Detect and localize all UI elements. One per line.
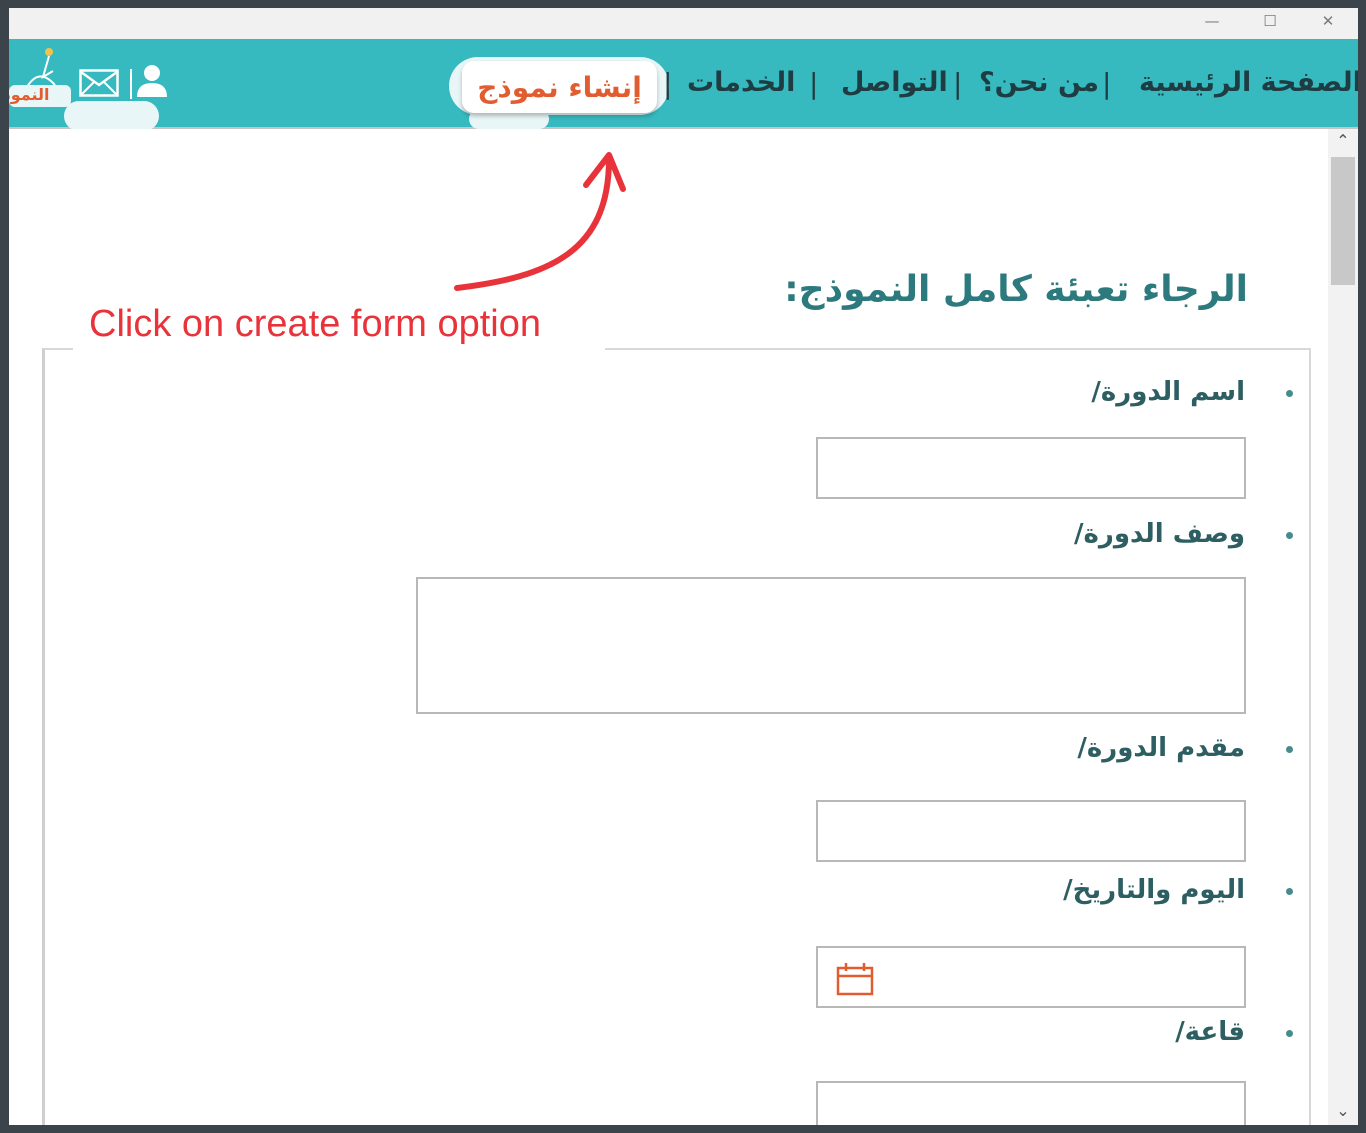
maximize-button[interactable]: ☐	[1247, 8, 1293, 39]
form-heading: الرجاء تعبئة كامل النموذج:	[784, 269, 1248, 310]
field-bullet	[1286, 390, 1293, 397]
close-button[interactable]: ✕	[1305, 8, 1351, 39]
course-description-label: وصف الدورة/	[1074, 519, 1245, 549]
field-bullet	[1286, 888, 1293, 895]
window-titlebar: — ☐ ✕	[9, 8, 1358, 39]
cloud-decoration	[64, 101, 159, 131]
scroll-up-icon[interactable]: ⌃	[1328, 131, 1358, 150]
icon-divider	[130, 69, 132, 99]
day-date-input[interactable]	[816, 946, 1246, 1008]
vertical-scrollbar[interactable]: ⌃ ⌄	[1328, 129, 1358, 1125]
course-presenter-label: مقدم الدورة/	[1077, 733, 1245, 763]
field-bullet	[1286, 532, 1293, 539]
nav-about[interactable]: من نحن؟	[979, 67, 1099, 98]
create-form-button[interactable]: إنشاء نموذج	[462, 61, 657, 113]
browser-window: — ☐ ✕ الصفحة الرئيسية | من نحن؟ | التواص…	[9, 8, 1358, 1125]
minimize-button[interactable]: —	[1189, 8, 1235, 39]
field-bullet	[1286, 1030, 1293, 1037]
page-content: الرجاء تعبئة كامل النموذج: Click on crea…	[9, 129, 1328, 1125]
scroll-down-icon[interactable]: ⌄	[1328, 1101, 1358, 1120]
top-navbar: الصفحة الرئيسية | من نحن؟ | التواصل | ال…	[9, 39, 1358, 131]
day-date-label: اليوم والتاريخ/	[1063, 875, 1245, 905]
course-description-textarea[interactable]	[416, 577, 1246, 714]
course-name-label: اسم الدورة/	[1091, 377, 1245, 407]
nav-contact[interactable]: التواصل	[841, 67, 948, 98]
nav-separator: |	[809, 67, 819, 100]
field-bullet	[1286, 746, 1293, 753]
hall-input[interactable]	[816, 1081, 1246, 1125]
annotation-arrow-icon	[454, 152, 626, 291]
logo-icon[interactable]: النموذج	[9, 47, 71, 122]
mail-icon[interactable]	[79, 69, 119, 101]
nav-services[interactable]: الخدمات	[687, 67, 795, 98]
annotation-text: Click on create form option	[89, 303, 541, 345]
nav-home[interactable]: الصفحة الرئيسية	[1139, 67, 1358, 98]
nav-separator: |	[1102, 67, 1112, 100]
hall-label: قاعة/	[1175, 1017, 1245, 1047]
scroll-thumb[interactable]	[1331, 157, 1355, 285]
nav-separator: |	[663, 67, 673, 100]
course-presenter-input[interactable]	[816, 800, 1246, 862]
logo-text: النموذج	[9, 85, 50, 104]
user-icon[interactable]	[135, 63, 169, 103]
nav-separator: |	[953, 67, 963, 100]
calendar-icon[interactable]	[836, 960, 874, 1000]
course-name-input[interactable]	[816, 437, 1246, 499]
